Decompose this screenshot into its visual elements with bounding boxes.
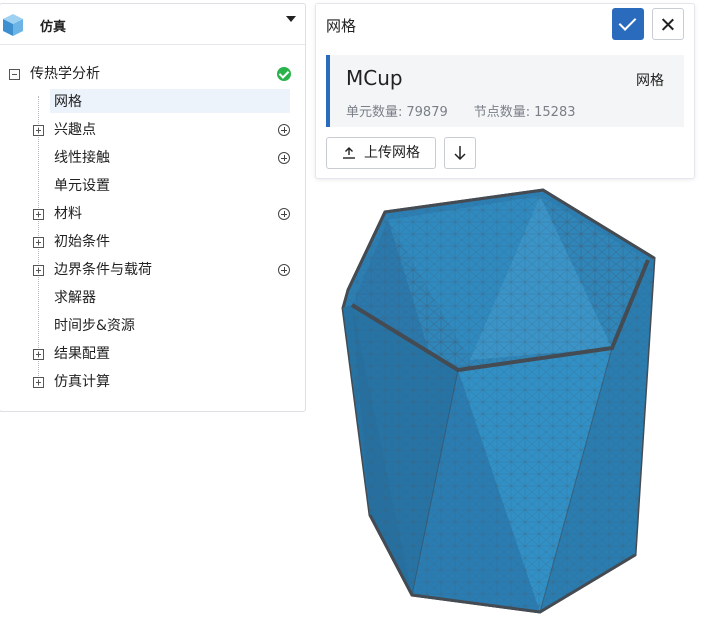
panel-title: 仿真 — [40, 20, 67, 35]
upload-icon — [343, 147, 355, 159]
mesh-panel: 网格 MCup 网格 单元数量: 79879 节点数量: 15283 上传网格 — [315, 3, 695, 179]
mesh-3d-viewport[interactable] — [330, 182, 670, 623]
tree-node-label: 传热学分析 — [30, 66, 100, 82]
caret-down-icon[interactable] — [286, 16, 296, 22]
tree-node-label: 兴趣点 — [54, 122, 96, 138]
expand-icon[interactable] — [33, 209, 44, 220]
tree-node-solver[interactable]: 求解器 — [0, 286, 305, 310]
upload-mesh-button[interactable]: 上传网格 — [326, 137, 436, 169]
tree-node-materials[interactable]: 材料 — [0, 202, 305, 226]
simulation-panel-header[interactable]: 仿真 — [0, 4, 305, 45]
mesh-panel-title: 网格 — [326, 17, 357, 35]
tree-node-label: 单元设置 — [54, 178, 110, 194]
mesh-card[interactable]: MCup 网格 单元数量: 79879 节点数量: 15283 — [326, 55, 684, 127]
tree-node-label: 线性接触 — [54, 150, 110, 166]
expand-icon[interactable] — [33, 377, 44, 388]
add-circle-icon[interactable] — [278, 264, 290, 276]
upload-mesh-label: 上传网格 — [364, 145, 420, 161]
expand-icon[interactable] — [33, 125, 44, 136]
tree-node-label: 初始条件 — [54, 234, 110, 250]
tree-node-simulation-run[interactable]: 仿真计算 — [0, 370, 305, 394]
node-count-label: 节点数量: — [473, 105, 531, 120]
mesh-name: MCup — [346, 66, 403, 90]
expand-icon[interactable] — [33, 237, 44, 248]
logo-cube-icon — [3, 14, 23, 36]
tree-node-result-config[interactable]: 结果配置 — [0, 342, 305, 366]
tree-node-label: 结果配置 — [54, 346, 110, 362]
tree-node-label: 求解器 — [54, 290, 96, 306]
tree-node-linear-contact[interactable]: 线性接触 — [0, 146, 305, 170]
element-count-label: 单元数量: — [346, 105, 403, 120]
mesh-stats: 单元数量: 79879 节点数量: 15283 — [346, 101, 580, 120]
selected-highlight — [50, 89, 290, 113]
tree-node-initial-conditions[interactable]: 初始条件 — [0, 230, 305, 254]
download-arrow-icon — [454, 146, 466, 161]
tree-node-boundary-conditions[interactable]: 边界条件与载荷 — [0, 258, 305, 282]
tree-node-element-settings[interactable]: 单元设置 — [0, 174, 305, 198]
add-circle-icon[interactable] — [278, 152, 290, 164]
add-circle-icon[interactable] — [278, 208, 290, 220]
tree-node-label: 边界条件与载荷 — [54, 262, 152, 278]
tree-node-mesh[interactable]: 网格 — [0, 89, 305, 114]
tree-node-points-of-interest[interactable]: 兴趣点 — [0, 118, 305, 142]
tree-node-label: 仿真计算 — [54, 374, 110, 390]
simulation-tree-panel: 仿真 传热学分析 网格 兴趣点 线性接触 单元设置 材料 初始条件 边界条件与载… — [0, 3, 306, 412]
close-icon[interactable] — [652, 8, 684, 40]
add-circle-icon[interactable] — [278, 124, 290, 136]
tree-node-heat-analysis[interactable]: 传热学分析 — [0, 62, 305, 86]
check-circle-icon — [277, 67, 291, 81]
expand-icon[interactable] — [33, 349, 44, 360]
confirm-check-icon[interactable] — [612, 8, 644, 40]
tree-node-timestep-resources[interactable]: 时间步&资源 — [0, 314, 305, 338]
expand-icon[interactable] — [33, 265, 44, 276]
tree-node-label: 时间步&资源 — [54, 318, 135, 334]
collapse-icon[interactable] — [9, 69, 20, 80]
tree-node-label: 网格 — [54, 94, 82, 110]
node-count-value: 15283 — [534, 105, 576, 120]
meshed-cup-model — [341, 188, 656, 614]
tree-node-label: 材料 — [54, 206, 82, 222]
download-button[interactable] — [444, 137, 476, 169]
element-count-value: 79879 — [406, 105, 448, 120]
mesh-type-label: 网格 — [636, 73, 664, 89]
